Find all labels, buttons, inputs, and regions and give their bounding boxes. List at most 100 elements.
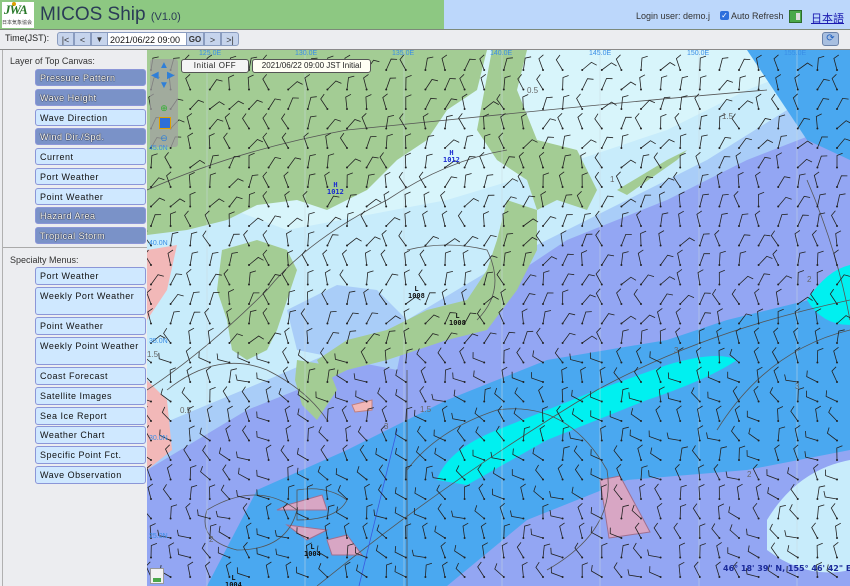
wind-barb-dot — [698, 147, 701, 149]
auto-refresh-label[interactable]: Auto Refresh — [731, 11, 784, 21]
menu-point-weather[interactable]: Point Weather — [35, 317, 146, 335]
wind-barb-dot — [542, 69, 544, 71]
wind-barb — [555, 54, 563, 71]
wind-barb-dot — [287, 400, 290, 403]
wind-barb-dot — [738, 556, 740, 559]
wind-barb-dot — [385, 303, 388, 305]
menu-weekly-point-weather[interactable]: Weekly Point Weather — [35, 337, 146, 365]
wind-barb-dot — [326, 556, 329, 559]
wind-barb-dot — [620, 127, 623, 130]
wind-barb-dot — [581, 244, 584, 247]
layer-tropical-storm[interactable]: Tropical Storm — [35, 227, 146, 244]
layer-pressure-pattern[interactable]: Pressure Pattern — [35, 69, 146, 86]
wind-barb-dot — [306, 88, 309, 91]
wind-barb — [577, 113, 583, 129]
menu-port-weather[interactable]: Port Weather — [35, 267, 146, 285]
wind-barb-dot — [385, 225, 388, 227]
map-canvas[interactable] — [147, 50, 850, 586]
wind-barb-dot — [640, 556, 642, 559]
wind-barb-dot — [659, 459, 662, 461]
menu-sea-ice-report[interactable]: Sea Ice Report — [35, 407, 146, 425]
wind-barb-dot — [208, 244, 211, 247]
time-dropdown-button[interactable]: ▼ — [91, 32, 108, 46]
zoom-reset-icon[interactable] — [159, 117, 171, 129]
prev-time-button[interactable]: < — [74, 32, 91, 46]
wind-barb-dot — [326, 517, 329, 520]
wind-barb-dot — [404, 556, 407, 559]
menu-weekly-port-weather[interactable]: Weekly Port Weather — [35, 287, 146, 315]
high-pressure-label: H 1012 — [327, 181, 344, 196]
wind-barb-dot — [620, 576, 623, 578]
wind-barb-dot — [738, 69, 740, 71]
wind-barb-dot — [659, 420, 662, 422]
layer-hazard-area[interactable]: Hazard Area — [35, 207, 146, 224]
language-link[interactable]: 日本語 — [811, 10, 844, 26]
wind-barb-dot — [306, 361, 309, 364]
wind-barb-dot — [698, 322, 701, 325]
menu-wave-observation[interactable]: Wave Observation — [35, 466, 146, 484]
document-icon[interactable] — [150, 568, 164, 584]
wind-barb-dot — [796, 478, 799, 481]
wind-barb-dot — [483, 400, 486, 403]
wind-barb-dot — [620, 186, 623, 188]
wind-barb-dot — [326, 342, 329, 344]
lat-label: 25.0N — [149, 533, 168, 540]
wind-barb-dot — [169, 381, 172, 383]
lon-label: 140.0E — [490, 50, 513, 57]
wind-barb-dot — [522, 322, 525, 325]
wind-barb-dot — [150, 400, 152, 403]
wind-barb-dot — [463, 439, 466, 442]
wind-barb-dot — [738, 244, 740, 247]
wind-barb-dot — [444, 478, 446, 481]
wind-barb-dot — [679, 556, 682, 559]
wind-barb-dot — [659, 88, 662, 91]
wind-barb-dot — [385, 537, 388, 539]
wind-barb-dot — [404, 439, 407, 442]
go-button[interactable]: GO — [186, 32, 204, 46]
layer-port-weather[interactable]: Port Weather — [35, 168, 146, 185]
wind-barb-dot — [404, 517, 407, 520]
wind-barb-dot — [385, 88, 388, 91]
wind-barb-dot — [208, 576, 211, 578]
menu-weather-chart[interactable]: Weather Chart — [35, 426, 146, 444]
logout-icon[interactable] — [789, 10, 802, 23]
initial-toggle-button[interactable]: Initial OFF — [181, 59, 249, 73]
wind-barb-dot — [385, 517, 388, 520]
pan-left-icon[interactable]: ◀ — [151, 71, 159, 81]
wind-barb-dot — [640, 108, 642, 110]
last-time-button[interactable]: >| — [221, 32, 239, 46]
zoom-out-icon[interactable]: ⊖ — [159, 133, 169, 143]
layer-wave-direction[interactable]: Wave Direction — [35, 109, 146, 126]
layer-point-weather[interactable]: Point Weather — [35, 188, 146, 205]
wind-barb-dot — [502, 205, 505, 208]
pan-down-icon[interactable]: ▼ — [159, 81, 169, 91]
wind-barb-dot — [267, 147, 270, 149]
wind-barb — [562, 75, 569, 90]
wind-barb — [444, 114, 453, 129]
layer-wind-dir-spd[interactable]: Wind Dir./Spd. — [35, 128, 146, 145]
wind-barb-dot — [777, 69, 780, 71]
first-time-button[interactable]: |< — [57, 32, 74, 46]
time-input[interactable]: 2021/06/22 09:00 — [108, 32, 186, 46]
refresh-map-button[interactable]: ⟳ — [822, 32, 839, 46]
wind-barb-dot — [248, 439, 250, 442]
wind-barb-dot — [189, 303, 192, 305]
menu-coast-forecast[interactable]: Coast Forecast — [35, 367, 146, 385]
wind-barb-dot — [189, 147, 192, 149]
wind-barb — [542, 96, 553, 110]
menu-specific-point-fct[interactable]: Specific Point Fct. — [35, 446, 146, 464]
wind-barb-dot — [306, 381, 309, 383]
layer-wave-height[interactable]: Wave Height — [35, 89, 146, 106]
wind-barb-dot — [346, 361, 348, 364]
zoom-in-icon[interactable]: ⊕ — [159, 103, 169, 113]
wind-barb-dot — [208, 166, 211, 169]
next-time-button[interactable]: > — [204, 32, 221, 46]
weather-map[interactable]: ▲ ◀ ▶ ▼ ⊕ ⊖ Initial OFF 2021/06/22 09:00… — [147, 50, 850, 586]
wind-barb-dot — [189, 205, 192, 208]
wind-barb-dot — [463, 400, 466, 403]
menu-satellite-images[interactable]: Satellite Images — [35, 387, 146, 405]
wind-barb-dot — [306, 147, 309, 149]
wind-barb-dot — [424, 459, 427, 461]
auto-refresh-checkbox[interactable]: ✓ — [720, 11, 729, 20]
layer-current[interactable]: Current — [35, 148, 146, 165]
